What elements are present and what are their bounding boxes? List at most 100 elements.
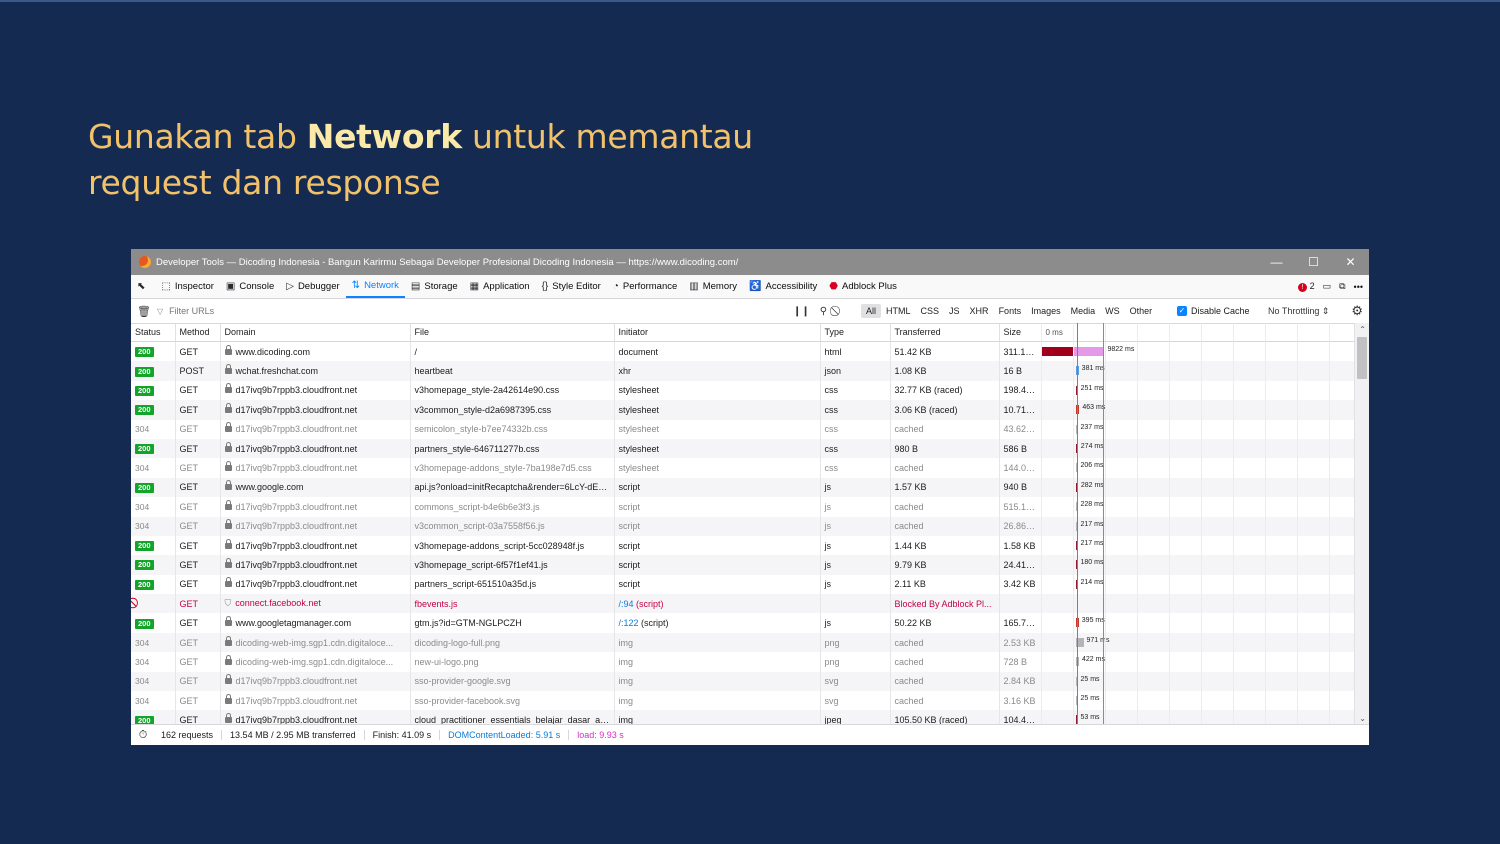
domain-cell: d17ivq9b7rppb3.cloudfront.net <box>220 710 411 725</box>
column-header-status[interactable]: Status <box>131 323 176 342</box>
column-header-domain[interactable]: Domain <box>220 323 411 342</box>
network-settings-gear-icon[interactable]: ⚙ <box>1351 299 1363 323</box>
transferred-cell-text: cached <box>894 656 924 667</box>
table-row[interactable]: 200 GET d17ivq9b7rppb3.cloudfront.net v3com… <box>131 400 1355 420</box>
column-header-initiator[interactable]: Initiator <box>614 323 821 342</box>
table-row[interactable]: 200 GET www.google.com api.js?onload=initRe… <box>131 477 1355 498</box>
performance-analysis-icon[interactable]: ⏱ <box>133 729 153 742</box>
type-cell: png <box>820 632 891 653</box>
filter-type-xhr[interactable]: XHR <box>965 304 994 318</box>
scroll-down-icon[interactable]: ⌄ <box>1359 714 1366 723</box>
table-row[interactable]: 200 GET www.dicoding.com / document html 51.42… <box>131 341 1355 362</box>
clear-log-icon[interactable]: 🗑 <box>131 305 157 318</box>
file-cell-text: api.js?onload=initRecaptcha&render=6LcY-… <box>414 482 610 493</box>
table-row[interactable]: 304 GET dicoding-web-img.sgp1.cdn.digitalo… <box>131 632 1355 653</box>
minimize-button[interactable]: — <box>1258 249 1295 275</box>
column-header-transferred[interactable]: Transferred <box>890 323 1000 342</box>
table-row[interactable]: 200 POST wchat.freshchat.com heartbeat xhr js… <box>131 361 1355 381</box>
tracker-icon: ⛉ <box>224 598 232 609</box>
tab-network[interactable]: ⇅ Network <box>345 275 405 298</box>
table-row[interactable]: ⃠GET⛉connect.facebook.netfbevents.js/:94… <box>131 594 1355 614</box>
file-cell-text: semicolon_style-b7ee74332b.css <box>414 424 548 435</box>
filter-type-media[interactable]: Media <box>1066 304 1101 318</box>
column-header-file[interactable]: File <box>410 323 615 342</box>
filter-type-js[interactable]: JS <box>944 304 965 318</box>
request-table-container: Status Method Domain File Initiator Type Trans… <box>131 323 1355 725</box>
disable-cache-checkbox[interactable]: ✓ Disable Cache <box>1177 299 1250 323</box>
table-row[interactable]: 200 GET d17ivq9b7rppb3.cloudfront.net v3hom… <box>131 535 1355 556</box>
filter-urls-input[interactable] <box>165 301 792 321</box>
tab-style-editor[interactable]: {} Style Editor <box>536 275 607 298</box>
table-row[interactable]: 200 GET www.googletagmanager.com gtm.js?id=… <box>131 613 1355 633</box>
column-header-type[interactable]: Type <box>820 323 891 342</box>
table-scrollbar[interactable]: ⌃ ⌄ <box>1354 323 1369 725</box>
transferred-cell-text: 1.44 KB <box>894 540 927 551</box>
type-cell-text: png <box>824 656 840 667</box>
waterfall-cell: 206 ms <box>1041 458 1355 477</box>
tab-performance[interactable]: ◔ Performance <box>607 275 683 298</box>
tab-accessibility[interactable]: ♿ Accessibility <box>743 275 823 298</box>
table-row[interactable]: 304 GET d17ivq9b7rppb3.cloudfront.net v3hom… <box>131 458 1355 478</box>
tab-inspector[interactable]: ⬚ Inspector <box>155 275 220 298</box>
element-picker-button[interactable]: ⬉ <box>131 275 155 298</box>
more-options-icon[interactable]: ••• <box>1354 282 1363 292</box>
tab-debugger[interactable]: ▷ Debugger <box>280 275 345 298</box>
close-button[interactable]: ✕ <box>1332 249 1369 275</box>
type-cell-text: css <box>824 463 839 474</box>
size-cell-text: 26.86 KB <box>1003 521 1041 532</box>
table-row[interactable]: 200 GET d17ivq9b7rppb3.cloudfront.net cloud… <box>131 710 1355 725</box>
tab-storage[interactable]: ▤ Storage <box>405 275 464 298</box>
table-row[interactable]: 200 GET d17ivq9b7rppb3.cloudfront.net partn… <box>131 438 1355 459</box>
error-counter[interactable]: ! 2 <box>1298 281 1315 292</box>
filter-type-css[interactable]: CSS <box>916 304 945 318</box>
tab-adblock-plus[interactable]: ⬣ Adblock Plus <box>823 275 903 298</box>
window-titlebar[interactable]: Developer Tools — Dicoding Indonesia - B… <box>131 249 1369 275</box>
split-console-icon[interactable]: ⧉ <box>1339 281 1345 292</box>
table-row[interactable]: 304 GET dicoding-web-img.sgp1.cdn.digitalo… <box>131 652 1355 672</box>
initiator-link[interactable]: /:94 <box>619 599 634 609</box>
tab-application[interactable]: ▦ Application <box>464 275 536 298</box>
status-badge: 200 <box>135 560 154 571</box>
scroll-up-icon[interactable]: ⌃ <box>1359 325 1366 334</box>
tab-memory[interactable]: ▥ Memory <box>683 275 743 298</box>
filter-type-images[interactable]: Images <box>1026 304 1066 318</box>
search-icon[interactable]: ⚲ <box>820 306 827 317</box>
lock-icon <box>224 616 232 627</box>
column-header-size[interactable]: Size <box>999 323 1042 342</box>
filter-type-ws[interactable]: WS <box>1100 304 1125 318</box>
filter-type-html[interactable]: HTML <box>881 304 916 318</box>
scrollbar-thumb[interactable] <box>1357 337 1367 379</box>
firefox-logo-icon <box>139 256 151 268</box>
column-header-method[interactable]: Method <box>175 323 221 342</box>
status-cell: 304 <box>131 691 176 711</box>
table-row[interactable]: 200 GET d17ivq9b7rppb3.cloudfront.net v3hom… <box>131 555 1355 575</box>
maximize-button[interactable]: ☐ <box>1295 249 1332 275</box>
table-row[interactable]: 200 GET d17ivq9b7rppb3.cloudfront.net partn… <box>131 574 1355 595</box>
column-header-0-ms[interactable]: 0 ms <box>1041 323 1355 342</box>
table-row[interactable]: 304 GET d17ivq9b7rppb3.cloudfront.net v3com… <box>131 516 1355 536</box>
domain-cell-text: d17ivq9b7rppb3.cloudfront.net <box>235 695 358 706</box>
filter-type-fonts[interactable]: Fonts <box>994 304 1027 318</box>
status-cell: 200 <box>131 710 176 725</box>
method-cell-text: GET <box>179 385 199 396</box>
filter-type-all[interactable]: All <box>861 304 882 318</box>
table-row[interactable]: 304 GET d17ivq9b7rppb3.cloudfront.net sso-p… <box>131 691 1355 711</box>
table-row[interactable]: 304 GET d17ivq9b7rppb3.cloudfront.net semic… <box>131 419 1355 439</box>
tab-console[interactable]: ▣ Console <box>220 275 280 298</box>
throttling-select[interactable]: No Throttling ⇕ <box>1268 299 1329 323</box>
initiator-link[interactable]: /:122 <box>619 618 639 628</box>
dock-icon[interactable]: ▭ <box>1323 281 1332 292</box>
table-row[interactable]: 304 GET d17ivq9b7rppb3.cloudfront.net commo… <box>131 497 1355 517</box>
transferred-cell-text: 3.06 KB (raced) <box>894 404 958 415</box>
error-count: 2 <box>1309 281 1315 291</box>
file-cell-text: v3homepage-addons_script-5cc028948f.js <box>414 540 585 551</box>
file-cell-text: new-ui-logo.png <box>414 656 479 667</box>
filter-type-other[interactable]: Other <box>1125 304 1158 318</box>
pause-icon[interactable]: ❙❙ <box>793 306 810 317</box>
table-row[interactable]: 304 GET d17ivq9b7rppb3.cloudfront.net sso-p… <box>131 671 1355 692</box>
size-cell-text: 43.62 KB <box>1003 424 1041 435</box>
timing-label: 463 ms <box>1082 404 1106 412</box>
type-cell-text: css <box>824 443 839 454</box>
table-row[interactable]: 200 GET d17ivq9b7rppb3.cloudfront.net v3hom… <box>131 380 1355 401</box>
type-cell: css <box>820 438 891 459</box>
